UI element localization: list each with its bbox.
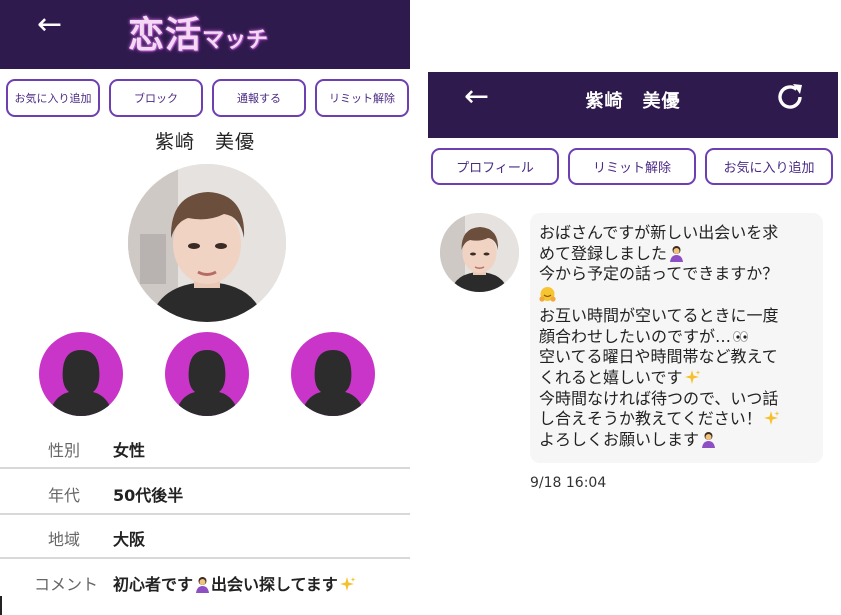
- chat-header: ← 紫崎 美優: [428, 72, 838, 138]
- divider: [0, 513, 410, 515]
- text-cursor: [0, 596, 2, 615]
- sparkles-icon: [339, 576, 356, 593]
- message-line: 今時間なければ待つので、いつ話: [539, 388, 779, 408]
- message-line: 顔合わせしたいのですが…: [539, 327, 813, 348]
- add-favorite-button[interactable]: お気に入り追加: [705, 148, 833, 185]
- profile-photo[interactable]: [128, 164, 286, 322]
- eyes-icon: [732, 328, 749, 345]
- comment-label: コメント: [33, 575, 98, 594]
- woman-bowing-icon: [194, 576, 211, 593]
- logo-main: 恋活: [128, 14, 203, 56]
- comment-text-1: 初心者です: [113, 575, 194, 594]
- region-value: 大阪: [113, 530, 146, 549]
- message-line: おばさんですが新しい出会いを求: [539, 223, 779, 242]
- logo-sub: マッチ: [202, 28, 269, 53]
- profile-name: 紫崎 美優: [154, 131, 255, 153]
- message-line: くれると嬉しいです: [539, 368, 813, 389]
- divider: [0, 467, 410, 469]
- report-button[interactable]: 通報する: [212, 79, 306, 117]
- gender-label: 性別: [47, 441, 80, 460]
- hugging-face-icon: [539, 286, 556, 303]
- profile-screen: ← 恋活マッチ お気に入り追加 ブロック 通報する リミット解除 紫崎 美優 性…: [0, 0, 410, 615]
- message-line: お互い時間が空いてるときに一度: [539, 305, 779, 325]
- comment-text-2: 出会い探してます: [211, 575, 338, 594]
- sparkles-icon: [684, 369, 701, 386]
- photo-placeholder-1[interactable]: [39, 332, 123, 416]
- woman-bowing-icon: [700, 431, 717, 449]
- message-bubble[interactable]: おばさんですが新しい出会いを求 めて登録しました 今から予定の話ってできますか？…: [530, 213, 823, 463]
- photo-placeholder-2[interactable]: [165, 332, 249, 416]
- sender-avatar[interactable]: [440, 213, 519, 292]
- refresh-icon[interactable]: [774, 81, 806, 113]
- message-line: し合えそうか教えてください！: [539, 409, 813, 430]
- comment-value: 初心者です 出会い探してます: [113, 571, 356, 595]
- message-line: 空いてる曜日や時間帯など教えて: [539, 347, 778, 367]
- age-value: 50代後半: [113, 486, 184, 505]
- message-line: 今から予定の話ってできますか？: [539, 264, 779, 284]
- back-arrow-icon[interactable]: ←: [37, 10, 62, 40]
- block-button[interactable]: ブロック: [109, 79, 203, 117]
- message-line: めて登録しました: [539, 244, 813, 265]
- app-logo: 恋活マッチ: [128, 6, 268, 56]
- region-label: 地域: [47, 530, 80, 549]
- message-line: [539, 285, 813, 306]
- age-label: 年代: [47, 486, 80, 505]
- limit-release-button[interactable]: リミット解除: [315, 79, 409, 117]
- photo-placeholder-3[interactable]: [291, 332, 375, 416]
- add-favorite-button[interactable]: お気に入り追加: [6, 79, 100, 117]
- woman-bowing-icon: [668, 245, 685, 262]
- message-timestamp: 9/18 16:04: [530, 475, 607, 491]
- gender-value: 女性: [113, 441, 146, 460]
- profile-button[interactable]: プロフィール: [431, 148, 559, 185]
- limit-release-button[interactable]: リミット解除: [568, 148, 696, 185]
- divider: [0, 557, 410, 559]
- sparkles-icon: [763, 410, 780, 427]
- app-header: ← 恋活マッチ: [0, 0, 410, 69]
- message-line: よろしくお願いします: [539, 430, 813, 451]
